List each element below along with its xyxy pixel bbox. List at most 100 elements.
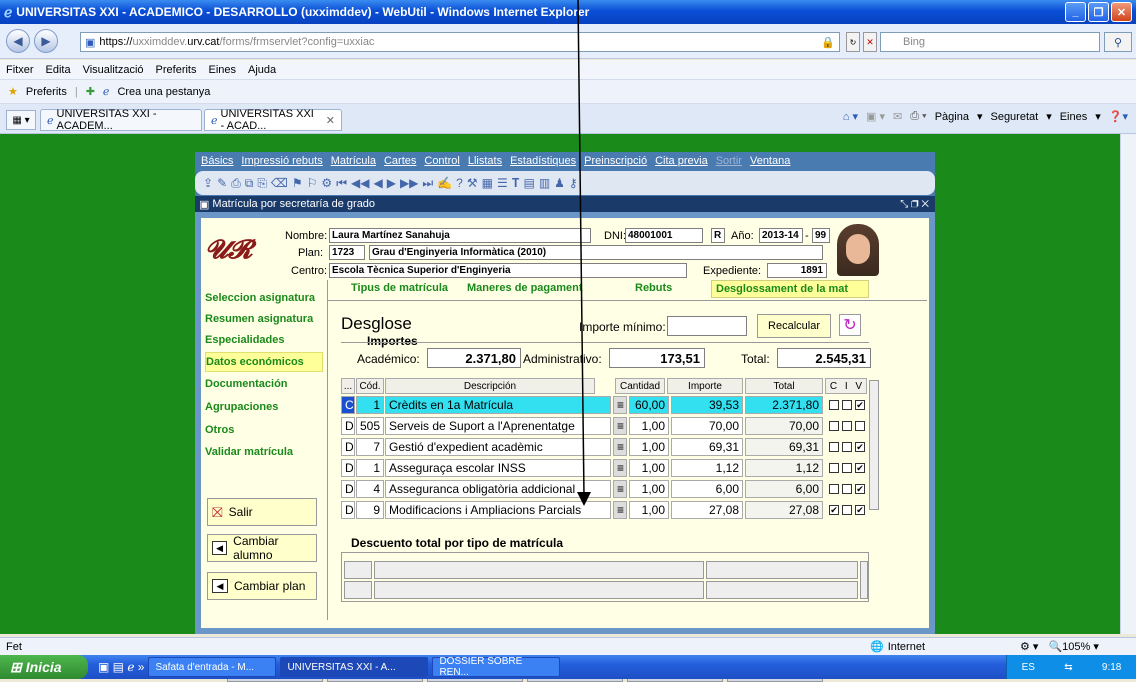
row-type-cell[interactable]: D <box>341 438 355 456</box>
prev-record-icon[interactable]: ◀ <box>373 176 382 190</box>
cambiar-plan-button[interactable]: ◀ Cambiar plan <box>207 572 317 600</box>
row-checkbox-c[interactable] <box>829 442 839 452</box>
user-icon[interactable]: ♟ <box>554 176 565 190</box>
menu-visualitzacio[interactable]: Visualització <box>83 64 144 76</box>
descuento-scrollbar[interactable] <box>860 561 868 599</box>
row-checkbox-i[interactable] <box>842 442 852 452</box>
app-menu-cartes[interactable]: Cartes <box>384 155 416 167</box>
row-importe-cell[interactable]: 6,00 <box>671 480 743 498</box>
row-checkbox-i[interactable] <box>842 505 852 515</box>
nav-otros[interactable]: Otros <box>205 424 323 436</box>
tab-rebuts[interactable]: Rebuts <box>635 282 672 294</box>
language-indicator[interactable]: ES <box>1022 662 1035 673</box>
ano-suffix-field[interactable]: 99 <box>812 228 830 243</box>
t-icon[interactable]: 𝐓 <box>512 176 520 191</box>
task-dossier[interactable]: DOSSIER SOBRE REN... <box>432 656 561 678</box>
row-code-cell[interactable]: 9 <box>356 501 384 519</box>
dni-letter-field[interactable]: R <box>711 228 725 243</box>
new-tab-link[interactable]: Crea una pestanya <box>117 86 210 98</box>
add-favorite-icon[interactable]: ✚ <box>86 85 95 98</box>
menu-eines[interactable]: Eines <box>209 64 237 76</box>
refresh-icon[interactable]: ↻ <box>839 314 861 336</box>
row-code-cell[interactable]: 4 <box>356 480 384 498</box>
quick-launch-icons[interactable]: ▣ ▤ ℯ » <box>98 660 144 674</box>
clock[interactable]: 9:18 <box>1102 662 1121 673</box>
row-checkbox-v[interactable]: ✔ <box>855 484 865 494</box>
row-list-button[interactable]: ≡ <box>613 417 627 435</box>
help-icon[interactable]: ❓▾ <box>1109 110 1128 123</box>
expediente-field[interactable]: 1891 <box>767 263 827 278</box>
back-button[interactable]: ◀ <box>6 29 30 53</box>
row-checkbox-i[interactable] <box>842 421 852 431</box>
row-code-cell[interactable]: 1 <box>356 459 384 477</box>
dni-field[interactable]: 48001001 <box>625 228 703 243</box>
row-description-cell[interactable]: Crèdits en 1a Matrícula <box>385 396 611 414</box>
tab-universitas-2[interactable]: ℯ UNIVERSITAS XXI - ACAD... ✕ <box>204 108 342 132</box>
row-type-cell[interactable]: C <box>341 396 355 414</box>
row-checkbox-v[interactable]: ✔ <box>855 442 865 452</box>
tab-maneres-pagament[interactable]: Maneres de pagament <box>467 282 583 294</box>
row-importe-cell[interactable]: 39,53 <box>671 396 743 414</box>
row-importe-cell[interactable]: 1,12 <box>671 459 743 477</box>
close-button[interactable]: ✕ <box>1111 2 1132 22</box>
tools-icon[interactable]: ⚒ <box>467 176 478 190</box>
edit-icon[interactable]: ✎ <box>217 176 227 190</box>
row-list-button[interactable]: ≡ <box>613 396 627 414</box>
row-type-cell[interactable]: D <box>341 480 355 498</box>
tab-desglossament[interactable]: Desglossament de la mat <box>711 280 869 298</box>
key-icon[interactable]: ⚷ <box>569 176 578 190</box>
row-checkbox-c[interactable] <box>829 484 839 494</box>
insert-icon[interactable]: ⇪ <box>203 176 213 190</box>
forward-button[interactable]: ▶ <box>34 29 58 53</box>
row-checkbox-c[interactable] <box>829 421 839 431</box>
nav-seleccion-asignatura[interactable]: Seleccion asignatura <box>205 292 323 304</box>
app-menu-ventana[interactable]: Ventana <box>750 155 790 167</box>
cambiar-alumno-button[interactable]: ◀ Cambiar alumno <box>207 534 317 562</box>
row-checkbox-v[interactable]: ✔ <box>855 400 865 410</box>
refresh-icon[interactable]: ↻ <box>846 32 860 52</box>
row-checkbox-i[interactable] <box>842 400 852 410</box>
plan-name-field[interactable]: Grau d'Enginyeria Informàtica (2010) <box>369 245 823 260</box>
first-record-icon[interactable]: ⏮ <box>336 176 347 191</box>
row-description-cell[interactable]: Serveis de Suport a l'Aprenentatge <box>385 417 611 435</box>
calendar-icon[interactable]: ▦ <box>482 176 493 190</box>
tab-tipus-matricula[interactable]: Tipus de matrícula <box>351 282 448 294</box>
menu-preferits[interactable]: Preferits <box>156 64 197 76</box>
menu-fitxer[interactable]: Fitxer <box>6 64 34 76</box>
filter-icon[interactable]: ⚙ <box>321 176 332 190</box>
minimize-button[interactable]: _ <box>1065 2 1086 22</box>
nav-especialidades[interactable]: Especialidades <box>205 334 323 346</box>
menu-seguretat[interactable]: Seguretat <box>990 111 1038 123</box>
salir-button[interactable]: ⛝ Salir <box>207 498 317 526</box>
next-record-icon[interactable]: ▶ <box>387 176 396 190</box>
row-importe-cell[interactable]: 69,31 <box>671 438 743 456</box>
query-icon[interactable]: ⚑ <box>292 176 303 190</box>
stop-icon[interactable]: ✕ <box>863 32 877 52</box>
row-cantidad-cell[interactable]: 1,00 <box>629 480 669 498</box>
row-checkbox-v[interactable] <box>855 421 865 431</box>
prev-block-icon[interactable]: ◀◀ <box>351 176 369 190</box>
quick-tabs-icon[interactable]: ▦ ▾ <box>6 110 36 130</box>
nombre-field[interactable]: Laura Martínez Sanahuja <box>329 228 591 243</box>
copy-icon[interactable]: ⧉ <box>245 176 254 191</box>
app-menu-basics[interactable]: Básics <box>201 155 233 167</box>
menu-edita[interactable]: Edita <box>46 64 71 76</box>
pencil-icon[interactable]: ✍ <box>437 176 452 190</box>
administrativo-field[interactable]: 173,51 <box>609 348 705 368</box>
maximize-button[interactable]: ❐ <box>1088 2 1109 22</box>
app-menu-impressio[interactable]: Impressió rebuts <box>241 155 322 167</box>
cancel-query-icon[interactable]: ⚐ <box>307 176 318 190</box>
feeds-icon[interactable]: ▣ ▾ <box>866 110 885 123</box>
nav-resumen-asignatura[interactable]: Resumen asignatura <box>205 313 323 325</box>
address-bar[interactable]: ▣ https://uxximddev. urv.cat/forms/frmser… <box>80 32 840 52</box>
task-safata[interactable]: Safata d'entrada - M... <box>148 657 277 677</box>
row-checkbox-c[interactable]: ✔ <box>829 505 839 515</box>
row-cantidad-cell[interactable]: 1,00 <box>629 438 669 456</box>
paste-icon[interactable]: ⎘ <box>257 176 267 191</box>
app-menu-sortir[interactable]: Sortir <box>716 155 742 167</box>
zoom-control[interactable]: 🔍105% ▾ <box>1048 640 1098 653</box>
app-menu-control[interactable]: Control <box>424 155 459 167</box>
row-type-cell[interactable]: D <box>341 459 355 477</box>
row-code-cell[interactable]: 505 <box>356 417 384 435</box>
row-checkbox-v[interactable]: ✔ <box>855 505 865 515</box>
